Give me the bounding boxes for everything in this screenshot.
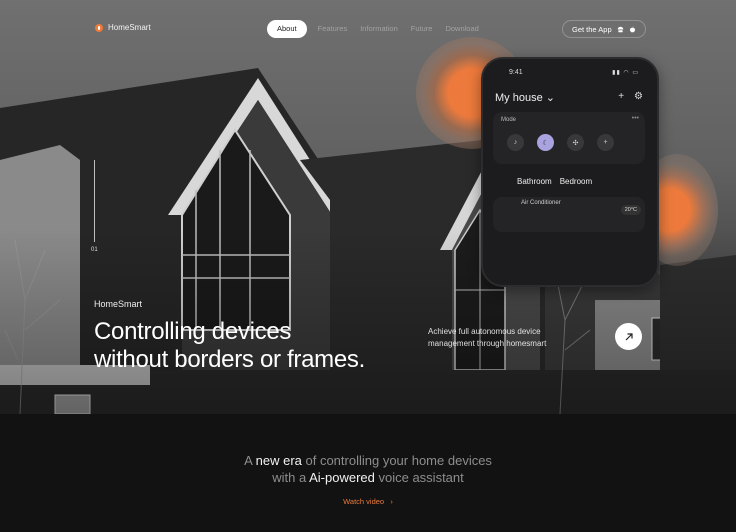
arrow-up-right-icon <box>625 332 633 340</box>
apple-icon <box>629 26 635 32</box>
phone-mockup: 9:41 ▮▮ ◠ ▭ My house ⌄ + ⚙ Mode ••• ♪ ☾ ✣… <box>481 57 659 287</box>
nav-information[interactable]: Information <box>360 20 398 38</box>
nav-future[interactable]: Future <box>411 20 433 38</box>
headline-line-1: Controlling devices <box>94 318 292 345</box>
nav-menu: About Features Information Future Downlo… <box>267 20 492 38</box>
hero-headline: Controlling devices without borders or f… <box>94 318 365 374</box>
phone-status-icons: ▮▮ ◠ ▭ <box>612 70 639 76</box>
slide-number: 01 <box>91 247 98 253</box>
chevron-right-icon: › <box>386 497 393 506</box>
phone-actions: + ⚙ <box>618 91 643 102</box>
room-tab: Bedroom <box>559 177 593 186</box>
brand-name: HomeSmart <box>108 23 151 32</box>
plus-icon: + <box>618 91 625 102</box>
get-app-label: Get the App <box>572 24 612 34</box>
device-card <box>493 197 645 232</box>
top-nav: HomeSmart About Features Information Fut… <box>0 20 736 38</box>
android-icon <box>617 26 623 32</box>
device-temp: 20°C <box>620 205 641 215</box>
tagline: A new era of controlling your home devic… <box>244 453 492 485</box>
moon-icon: ☾ <box>537 134 554 151</box>
fan-icon: ✣ <box>567 134 584 151</box>
get-app-button[interactable]: Get the App <box>562 20 646 38</box>
hero-section: 9:41 ▮▮ ◠ ▭ My house ⌄ + ⚙ Mode ••• ♪ ☾ ✣… <box>0 0 736 414</box>
music-icon: ♪ <box>507 134 524 151</box>
gear-icon: ⚙ <box>634 91 643 102</box>
slide-indicator-line <box>94 160 95 242</box>
device-name: Air Conditioner <box>521 200 561 206</box>
nav-features[interactable]: Features <box>318 20 348 38</box>
watch-video-label: Watch video <box>343 497 385 506</box>
hero-arrow-button[interactable] <box>615 323 642 350</box>
phone-title: My house ⌄ <box>495 92 555 104</box>
tagline-highlight-2: Ai-powered <box>309 470 375 485</box>
nav-download[interactable]: Download <box>445 20 478 38</box>
more-icon: ••• <box>631 115 639 122</box>
logo[interactable]: HomeSmart <box>95 23 151 32</box>
phone-time: 9:41 <box>509 69 523 76</box>
mode-label: Mode <box>501 117 517 123</box>
hero-brand: HomeSmart <box>94 299 143 309</box>
watch-video-link[interactable]: Watch video › <box>0 497 736 506</box>
room-tab: Bathroom <box>517 177 552 186</box>
headline-line-2: without borders or frames. <box>94 346 365 373</box>
tagline-highlight-1: new era <box>255 453 302 468</box>
nav-about[interactable]: About <box>267 20 307 38</box>
add-mode-icon: + <box>597 134 614 151</box>
hero-subtext: Achieve full autonomous device managemen… <box>428 327 547 348</box>
rooms-tabs: Bathroom Bedroom <box>517 177 592 186</box>
logo-icon <box>95 23 103 32</box>
